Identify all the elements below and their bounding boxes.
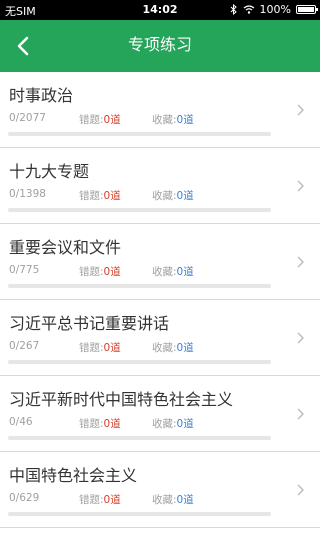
favorites-value: 0道: [176, 190, 194, 202]
wrong-value: 0道: [103, 342, 121, 354]
chevron-right-icon: [297, 180, 304, 192]
item-title: 习近平新时代中国特色社会主义: [9, 390, 234, 409]
progress-count: 0/2077: [9, 112, 46, 124]
list-item[interactable]: 习近平总书记重要讲话 0/267 错题:0道 收藏:0道: [0, 300, 320, 376]
wrong-count: 错题:0道: [79, 264, 121, 279]
wrong-value: 0道: [103, 266, 121, 278]
list-item[interactable]: 中国特色社会主义 0/629 错题:0道 收藏:0道: [0, 452, 320, 528]
progress-bar: [8, 208, 271, 212]
list-item[interactable]: 重要会议和文件 0/775 错题:0道 收藏:0道: [0, 224, 320, 300]
favorites-count: 收藏:0道: [152, 112, 194, 127]
favorites-count: 收藏:0道: [152, 264, 194, 279]
list-item[interactable]: 习近平新时代中国特色社会主义 0/46 错题:0道 收藏:0道: [0, 376, 320, 452]
wrong-label: 错题:: [79, 266, 104, 278]
progress-count: 0/629: [9, 492, 40, 504]
progress-bar: [8, 360, 271, 364]
favorites-count: 收藏:0道: [152, 492, 194, 507]
progress-count: 0/267: [9, 340, 40, 352]
favorites-count: 收藏:0道: [152, 188, 194, 203]
wrong-value: 0道: [103, 418, 121, 430]
chevron-right-icon: [297, 408, 304, 420]
wrong-count: 错题:0道: [79, 340, 121, 355]
favorites-value: 0道: [176, 342, 194, 354]
chevron-right-icon: [297, 484, 304, 496]
wifi-icon: [243, 5, 254, 14]
list-item[interactable]: 十九大专题 0/1398 错题:0道 收藏:0道: [0, 148, 320, 224]
favorites-label: 收藏:: [152, 190, 177, 202]
status-bar: 无SIM 14:02 100%: [0, 0, 320, 20]
wrong-label: 错题:: [79, 190, 104, 202]
battery-level: [298, 7, 314, 12]
battery-icon: [296, 5, 318, 14]
favorites-count: 收藏:0道: [152, 340, 194, 355]
wrong-count: 错题:0道: [79, 492, 121, 507]
progress-count: 0/46: [9, 416, 33, 428]
item-title: 重要会议和文件: [9, 238, 122, 257]
favorites-value: 0道: [176, 494, 194, 506]
favorites-label: 收藏:: [152, 266, 177, 278]
progress-count: 0/775: [9, 264, 40, 276]
progress-bar: [8, 132, 271, 136]
progress-count: 0/1398: [9, 188, 46, 200]
wrong-count: 错题:0道: [79, 416, 121, 431]
item-title: 习近平总书记重要讲话: [9, 314, 170, 333]
wrong-count: 错题:0道: [79, 188, 121, 203]
favorites-label: 收藏:: [152, 114, 177, 126]
chevron-right-icon: [297, 256, 304, 268]
wrong-value: 0道: [103, 190, 121, 202]
wrong-value: 0道: [103, 114, 121, 126]
item-title: 中国特色社会主义: [9, 466, 138, 485]
practice-list: 时事政治 0/2077 错题:0道 收藏:0道 十九大专题 0/1398 错题:…: [0, 72, 320, 528]
progress-bar: [8, 512, 271, 516]
favorites-value: 0道: [176, 418, 194, 430]
favorites-value: 0道: [176, 114, 194, 126]
wrong-label: 错题:: [79, 494, 104, 506]
progress-bar: [8, 436, 271, 440]
favorites-count: 收藏:0道: [152, 416, 194, 431]
favorites-label: 收藏:: [152, 342, 177, 354]
bluetooth-icon: [230, 4, 237, 15]
favorites-label: 收藏:: [152, 418, 177, 430]
favorites-value: 0道: [176, 266, 194, 278]
wrong-count: 错题:0道: [79, 112, 121, 127]
item-title: 十九大专题: [9, 162, 90, 181]
wrong-label: 错题:: [79, 342, 104, 354]
favorites-label: 收藏:: [152, 494, 177, 506]
chevron-right-icon: [297, 332, 304, 344]
list-item[interactable]: 时事政治 0/2077 错题:0道 收藏:0道: [0, 72, 320, 148]
header-bar: 专项练习: [0, 20, 320, 72]
wrong-value: 0道: [103, 494, 121, 506]
status-indicators: 100%: [230, 3, 318, 16]
page-title: 专项练习: [127, 37, 192, 54]
battery-percent: 100%: [259, 3, 291, 16]
wrong-label: 错题:: [79, 114, 104, 126]
progress-bar: [8, 284, 271, 288]
item-title: 时事政治: [9, 86, 74, 105]
chevron-right-icon: [297, 104, 304, 116]
wrong-label: 错题:: [79, 418, 104, 430]
